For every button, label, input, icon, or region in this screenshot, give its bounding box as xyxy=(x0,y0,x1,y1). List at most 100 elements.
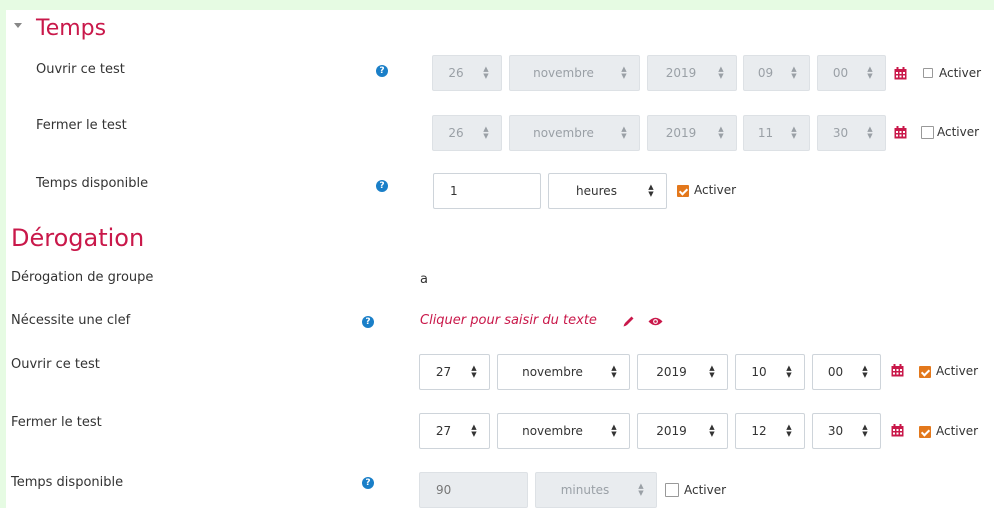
fermer-year-select[interactable]: 2019 ▲ ▼ xyxy=(647,115,737,151)
eye-icon[interactable] xyxy=(648,316,663,327)
ouvrir-enable-checkbox[interactable] xyxy=(923,68,933,78)
sort-arrows-icon: ▲ ▼ xyxy=(709,364,715,379)
derog-fermer-label: Fermer le test xyxy=(11,415,102,430)
fermer-label: Fermer le test xyxy=(36,118,127,133)
fermer-hour-value: 11 xyxy=(757,126,774,140)
derog-ouvrir-year-select[interactable]: 2019 ▲ ▼ xyxy=(637,354,728,390)
sort-arrows-icon: ▲ ▼ xyxy=(483,125,489,140)
fermer-enable-checkbox[interactable] xyxy=(921,126,934,139)
fermer-year-value: 2019 xyxy=(665,126,697,140)
derog-fermer-day-select[interactable]: 27 ▲ ▼ xyxy=(419,413,490,449)
derog-fermer-enable-label[interactable]: Activer xyxy=(936,424,978,438)
ouvrir-month-value: novembre xyxy=(533,66,594,80)
sort-arrows-icon: ▲ ▼ xyxy=(648,183,654,198)
disponible-enable-label[interactable]: Activer xyxy=(694,183,736,197)
derog-fermer-hour-select[interactable]: 12 ▲ ▼ xyxy=(735,413,805,449)
sort-arrows-icon: ▲ ▼ xyxy=(611,423,617,438)
derog-ouvrir-enable-checkbox[interactable] xyxy=(919,366,931,378)
fermer-hour-select[interactable]: 11 ▲ ▼ xyxy=(743,115,810,151)
derog-ouvrir-hour-value: 10 xyxy=(751,365,767,379)
sort-arrows-icon: ▲ ▼ xyxy=(621,65,627,80)
derog-disponible-unit-value: minutes xyxy=(560,483,610,497)
fermer-minute-select[interactable]: 30 ▲ ▼ xyxy=(817,115,886,151)
fermer-day-select[interactable]: 26 ▲ ▼ xyxy=(432,115,502,151)
derog-fermer-year-select[interactable]: 2019 ▲ ▼ xyxy=(637,413,728,449)
clef-edit-link[interactable]: Cliquer pour saisir du texte xyxy=(420,313,597,328)
fermer-month-value: novembre xyxy=(533,126,594,140)
fermer-enable-label[interactable]: Activer xyxy=(937,125,979,139)
derogation-groupe-label: Dérogation de groupe xyxy=(11,270,154,285)
calendar-icon[interactable] xyxy=(894,67,907,80)
sort-arrows-icon: ▲ ▼ xyxy=(483,65,489,80)
sort-arrows-icon: ▲ ▼ xyxy=(786,423,792,438)
derog-ouvrir-month-select[interactable]: novembre ▲ ▼ xyxy=(497,354,630,390)
collapse-caret-icon[interactable] xyxy=(14,23,22,28)
calendar-icon[interactable] xyxy=(894,126,907,139)
derog-fermer-month-select[interactable]: novembre ▲ ▼ xyxy=(497,413,630,449)
sort-arrows-icon: ▲ ▼ xyxy=(638,482,644,497)
disponible-enable-checkbox[interactable] xyxy=(677,185,689,197)
disponible-value-input[interactable]: 1 xyxy=(433,173,541,209)
disponible-unit-select[interactable]: heures ▲ ▼ xyxy=(548,173,667,209)
derog-disponible-enable-checkbox[interactable] xyxy=(665,483,679,497)
clef-label: Nécessite une clef xyxy=(11,313,131,328)
sort-arrows-icon: ▲ ▼ xyxy=(718,65,724,80)
ouvrir-day-select[interactable]: 26 ▲ ▼ xyxy=(432,55,502,91)
derog-ouvrir-hour-select[interactable]: 10 ▲ ▼ xyxy=(735,354,805,390)
ouvrir-hour-value: 09 xyxy=(757,66,774,80)
derog-ouvrir-day-value: 27 xyxy=(435,365,452,379)
derog-ouvrir-enable-label[interactable]: Activer xyxy=(936,364,978,378)
help-icon[interactable]: ? xyxy=(362,477,374,489)
ouvrir-month-select[interactable]: novembre ▲ ▼ xyxy=(509,55,640,91)
derog-disponible-enable-label[interactable]: Activer xyxy=(684,483,726,497)
derog-fermer-month-value: novembre xyxy=(522,424,583,438)
ouvrir-year-value: 2019 xyxy=(665,66,697,80)
derog-ouvrir-month-value: novembre xyxy=(522,365,583,379)
derog-disponible-value-input[interactable]: 90 xyxy=(419,472,528,508)
ouvrir-enable-label[interactable]: Activer xyxy=(939,66,981,80)
derog-disponible-label: Temps disponible xyxy=(11,475,124,490)
derogation-groupe-value: a xyxy=(420,272,428,287)
calendar-icon[interactable] xyxy=(891,424,904,437)
help-icon[interactable]: ? xyxy=(362,316,374,328)
sort-arrows-icon: ▲ ▼ xyxy=(791,125,797,140)
derog-ouvrir-minute-value: 00 xyxy=(827,365,844,379)
disponible-unit-value: heures xyxy=(576,184,617,198)
fermer-month-select[interactable]: novembre ▲ ▼ xyxy=(509,115,640,151)
derog-ouvrir-minute-select[interactable]: 00 ▲ ▼ xyxy=(812,354,881,390)
derog-ouvrir-label: Ouvrir ce test xyxy=(11,357,100,372)
derog-fermer-day-value: 27 xyxy=(435,424,452,438)
sort-arrows-icon: ▲ ▼ xyxy=(862,423,868,438)
derog-fermer-enable-checkbox[interactable] xyxy=(919,426,931,438)
ouvrir-year-select[interactable]: 2019 ▲ ▼ xyxy=(647,55,737,91)
sort-arrows-icon: ▲ ▼ xyxy=(862,364,868,379)
derog-ouvrir-year-value: 2019 xyxy=(656,365,687,379)
ouvrir-hour-select[interactable]: 09 ▲ ▼ xyxy=(743,55,810,91)
sort-arrows-icon: ▲ ▼ xyxy=(867,65,873,80)
calendar-icon[interactable] xyxy=(891,364,904,377)
ouvrir-label: Ouvrir ce test xyxy=(36,62,125,77)
disponible-label: Temps disponible xyxy=(36,176,149,191)
help-icon[interactable]: ? xyxy=(376,180,388,192)
ouvrir-minute-select[interactable]: 00 ▲ ▼ xyxy=(817,55,886,91)
fermer-day-value: 26 xyxy=(448,126,464,140)
sort-arrows-icon: ▲ ▼ xyxy=(471,364,477,379)
section-heading-temps[interactable]: Temps xyxy=(36,16,106,41)
section-heading-derogation: Dérogation xyxy=(11,224,145,252)
derog-ouvrir-day-select[interactable]: 27 ▲ ▼ xyxy=(419,354,490,390)
pencil-icon[interactable] xyxy=(622,315,635,328)
derog-fermer-minute-select[interactable]: 30 ▲ ▼ xyxy=(812,413,881,449)
derog-fermer-minute-value: 30 xyxy=(827,424,844,438)
sort-arrows-icon: ▲ ▼ xyxy=(867,125,873,140)
fermer-minute-value: 30 xyxy=(832,126,849,140)
derog-disponible-unit-select[interactable]: minutes ▲ ▼ xyxy=(535,472,657,508)
sort-arrows-icon: ▲ ▼ xyxy=(611,364,617,379)
sort-arrows-icon: ▲ ▼ xyxy=(791,65,797,80)
sort-arrows-icon: ▲ ▼ xyxy=(621,125,627,140)
sort-arrows-icon: ▲ ▼ xyxy=(709,423,715,438)
derog-fermer-hour-value: 12 xyxy=(751,424,767,438)
help-icon[interactable]: ? xyxy=(376,65,388,77)
sort-arrows-icon: ▲ ▼ xyxy=(718,125,724,140)
sort-arrows-icon: ▲ ▼ xyxy=(786,364,792,379)
ouvrir-minute-value: 00 xyxy=(832,66,849,80)
